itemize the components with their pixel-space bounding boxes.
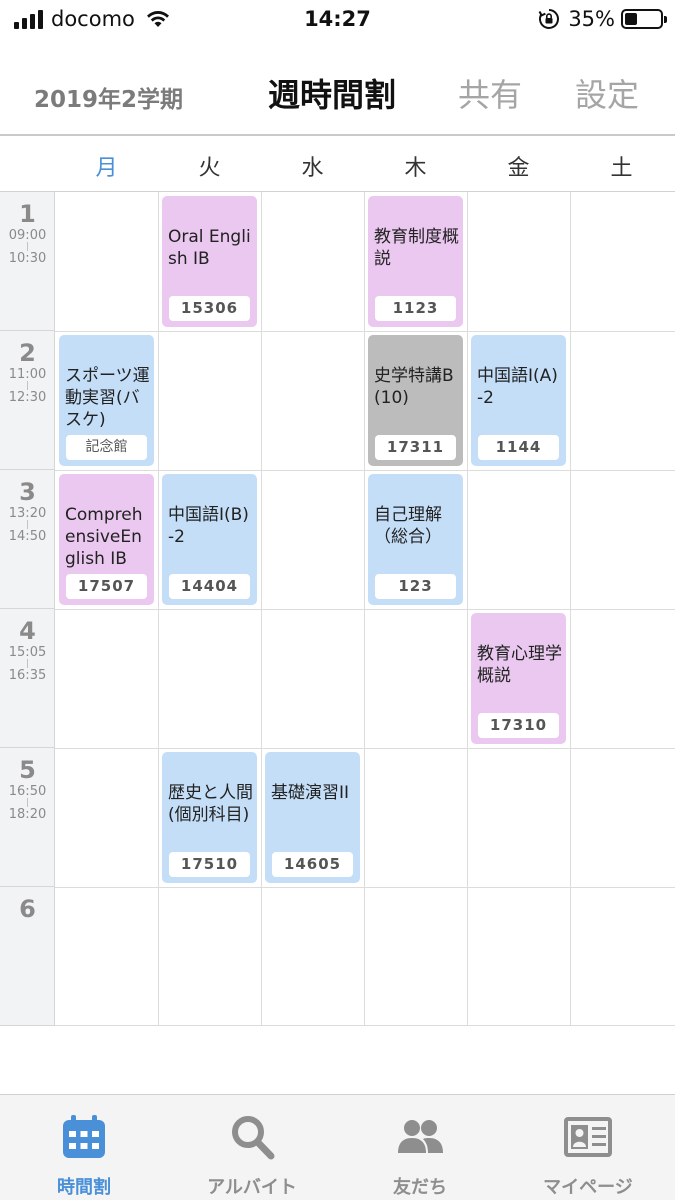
weekday-tue: 火 [198,156,221,181]
weekday-mon: 月 [95,156,118,181]
tab-timetable[interactable]: 時間割 [0,1095,168,1200]
timetable-grid: 1 09:00 | 10:30 2 11:00 | 12:30 3 13:20 … [0,192,675,1026]
tab-friends[interactable]: 友だち [336,1095,504,1200]
class-name: 教育制度概説 [374,227,459,269]
weekday-fri: 金 [507,156,530,181]
class-name: 歴史と人間(個別科目) [168,783,253,825]
class-room: 17507 [66,574,147,599]
friends-icon [398,1120,443,1153]
tab-bar: 時間割 アルバイト 友だち マイページ [0,1094,675,1200]
class-card[interactable]: 自己理解（総合） 123 [368,474,463,605]
weekday-header: 月 火 水 木 金 土 [0,138,675,192]
class-room: 17310 [478,713,559,738]
rotation-lock-icon [538,9,560,29]
class-name: 史学特講B(10) [374,366,454,408]
class-name: 教育心理学概説 [477,644,562,686]
class-card[interactable]: 歴史と人間(個別科目) 17510 [162,752,257,883]
period-2: 2 11:00 | 12:30 [0,331,55,470]
class-name: 基礎演習II [271,783,350,803]
class-card[interactable]: 中国語I(A)-2 1144 [471,335,566,466]
class-room: 14605 [272,852,353,877]
battery-percent: 35% [568,7,615,31]
class-room: 1144 [478,435,559,460]
tab-weekly-timetable[interactable]: 週時間割 [268,70,396,116]
class-room: 記念館 [66,435,147,460]
class-room: 15306 [169,296,250,321]
class-name: 自己理解（総合） [374,505,442,547]
class-room: 123 [375,574,456,599]
tab-settings[interactable]: 設定 [575,70,639,116]
battery-icon [621,9,667,29]
period-4: 4 15:05 | 16:35 [0,609,55,748]
battery-level [625,13,637,25]
class-card[interactable]: 史学特講B(10) 17311 [368,335,463,466]
class-room: 17311 [375,435,456,460]
class-name: 中国語I(B)-2 [168,505,249,547]
period-3: 3 13:20 | 14:50 [0,470,55,609]
period-1: 1 09:00 | 10:30 [0,192,55,331]
class-card[interactable]: Oral English IB 15306 [162,196,257,327]
class-card[interactable]: 教育心理学概説 17310 [471,613,566,744]
app-header: 2019年2学期 週時間割 共有 設定 [0,48,675,136]
period-column: 1 09:00 | 10:30 2 11:00 | 12:30 3 13:20 … [0,192,55,1026]
term-selector[interactable]: 2019年2学期 [34,80,183,114]
class-room: 17510 [169,852,250,877]
class-card[interactable]: ComprehensiveEnglish IB 17507 [59,474,154,605]
class-room: 14404 [169,574,250,599]
class-card[interactable]: 中国語I(B)-2 14404 [162,474,257,605]
class-card[interactable]: 基礎演習II 14605 [265,752,360,883]
tab-my-page[interactable]: マイページ [504,1095,672,1200]
id-card-icon [564,1117,612,1157]
tab-part-time-job[interactable]: アルバイト [168,1095,336,1200]
period-5: 5 16:50 | 18:20 [0,748,55,887]
class-card[interactable]: 教育制度概説 1123 [368,196,463,327]
search-icon [232,1116,275,1160]
class-name: ComprehensiveEnglish IB [65,505,143,569]
class-card[interactable]: スポーツ運動実習(バスケ) 記念館 [59,335,154,466]
weekday-thu: 木 [404,156,427,181]
weekday-sat: 土 [610,156,633,181]
class-room: 1123 [375,296,456,321]
status-bar: docomo 14:27 35% [0,0,675,40]
weekday-wed: 水 [301,156,324,181]
tab-share[interactable]: 共有 [458,70,522,116]
class-name: 中国語I(A)-2 [477,366,558,408]
class-name: スポーツ運動実習(バスケ) [65,366,150,430]
class-name: Oral English IB [168,227,251,269]
calendar-icon [63,1115,105,1158]
period-6: 6 [0,887,55,1026]
